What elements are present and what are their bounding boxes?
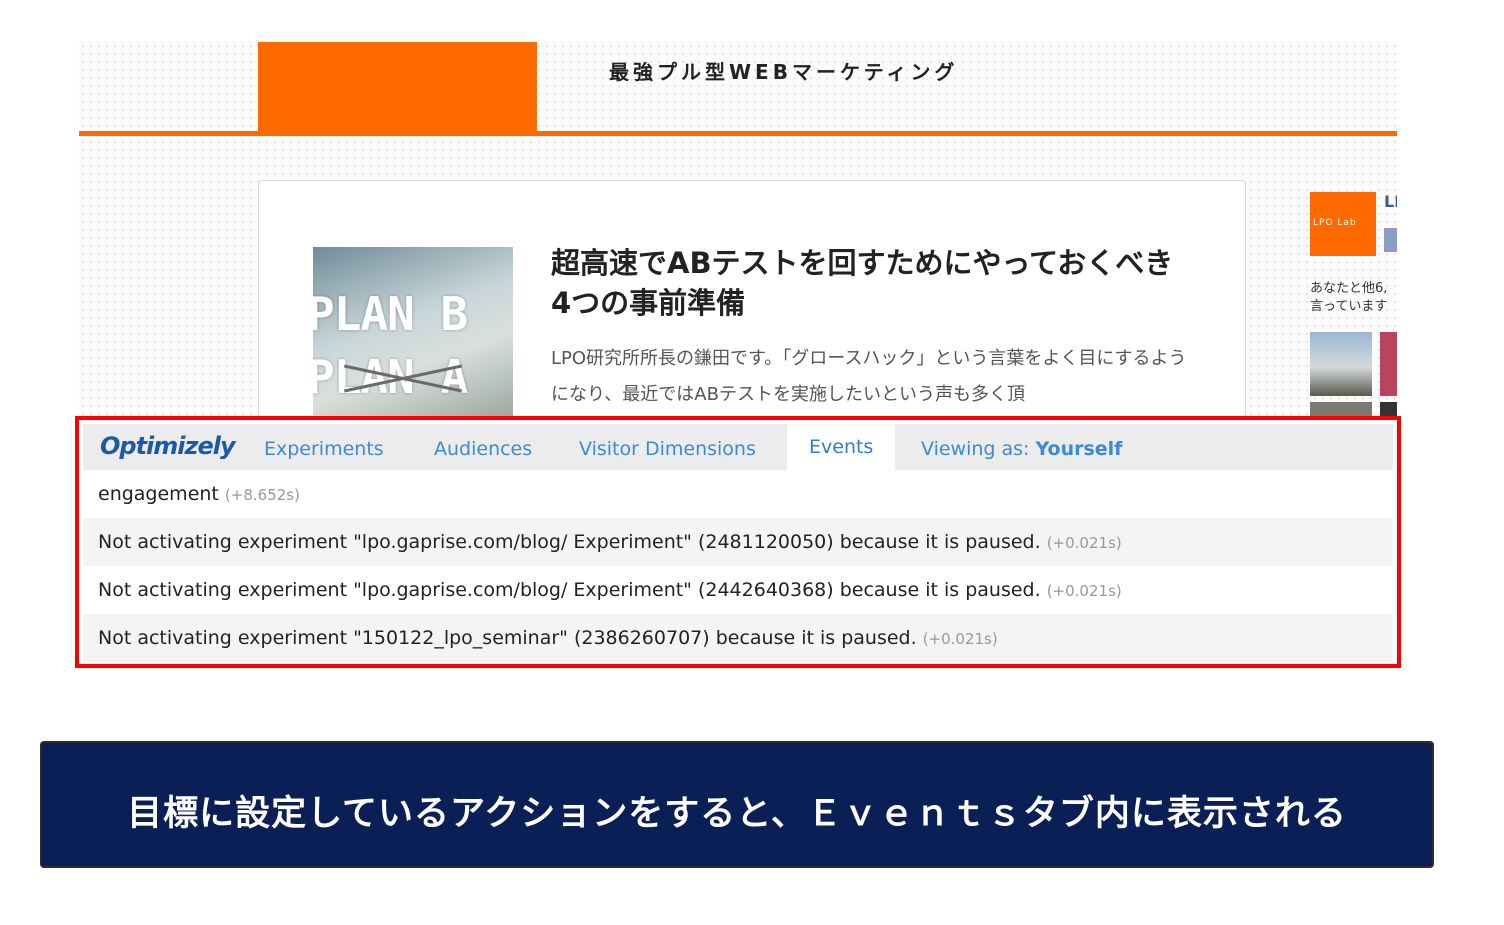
- optimizely-logo: Optimizely: [100, 432, 236, 460]
- tab-audiences[interactable]: Audiences: [434, 438, 532, 460]
- header-divider: [79, 131, 1397, 136]
- thumbnail-text-line1: PLAN B: [313, 287, 468, 341]
- website-screenshot: 最強プル型WEBマーケティング PLAN B PLAN A 超高速でABテストを…: [79, 42, 1397, 422]
- tab-experiments[interactable]: Experiments: [264, 438, 384, 460]
- viewing-as-selector[interactable]: Viewing as: Yourself: [921, 438, 1122, 460]
- article-card[interactable]: PLAN B PLAN A 超高速でABテストを回すためにやっておくべき4つの事…: [258, 180, 1246, 422]
- event-row: engagement (+8.652s): [83, 470, 1393, 518]
- event-row: Not activating experiment "lpo.gaprise.c…: [83, 566, 1393, 614]
- article-thumbnail[interactable]: PLAN B PLAN A: [313, 247, 513, 422]
- tab-visitor-dimensions[interactable]: Visitor Dimensions: [579, 438, 756, 460]
- event-time: (+0.021s): [922, 630, 998, 648]
- event-text: Not activating experiment "lpo.gaprise.c…: [98, 531, 1041, 553]
- sidebar-logo-text: LPO Lab: [1313, 218, 1357, 228]
- tab-events[interactable]: Events: [787, 424, 896, 470]
- viewing-as-value: Yourself: [1035, 438, 1123, 460]
- event-time: (+0.021s): [1046, 534, 1122, 552]
- like-button[interactable]: [1384, 228, 1397, 252]
- event-text: engagement: [98, 483, 219, 505]
- highlight-box: Optimizely Experiments Audiences Visitor…: [75, 416, 1401, 668]
- event-text: Not activating experiment "150122_lpo_se…: [98, 627, 917, 649]
- event-row: Not activating experiment "150122_lpo_se…: [83, 614, 1393, 662]
- site-tagline: 最強プル型WEBマーケティング: [609, 60, 959, 84]
- sidebar-page-name[interactable]: LI: [1384, 192, 1397, 211]
- site-logo-block[interactable]: [258, 42, 537, 132]
- article-excerpt: LPO研究所所長の鎌田です。「グロースハック」という言葉をよく目にするようになり…: [551, 348, 1187, 405]
- sidebar-like-text: あなたと他6,言っています: [1310, 281, 1388, 314]
- event-text: Not activating experiment "lpo.gaprise.c…: [98, 579, 1041, 601]
- caption-text: 目標に設定しているアクションをすると、Ｅｖｅｎｔｓタブ内に表示される: [127, 794, 1347, 834]
- article-title[interactable]: 超高速でABテストを回すためにやっておくべき4つの事前準備: [551, 243, 1191, 323]
- event-time: (+8.652s): [224, 486, 300, 504]
- event-row: Not activating experiment "lpo.gaprise.c…: [83, 518, 1393, 566]
- optimizely-toolbar: Optimizely Experiments Audiences Visitor…: [83, 424, 1393, 470]
- caption-banner: 目標に設定しているアクションをすると、Ｅｖｅｎｔｓタブ内に表示される: [40, 741, 1434, 868]
- fan-avatar[interactable]: [1380, 332, 1397, 396]
- viewing-as-label: Viewing as:: [921, 438, 1030, 460]
- event-time: (+0.021s): [1046, 582, 1122, 600]
- fan-avatar[interactable]: [1310, 332, 1372, 396]
- sidebar-page-logo[interactable]: LPO Lab: [1310, 192, 1376, 256]
